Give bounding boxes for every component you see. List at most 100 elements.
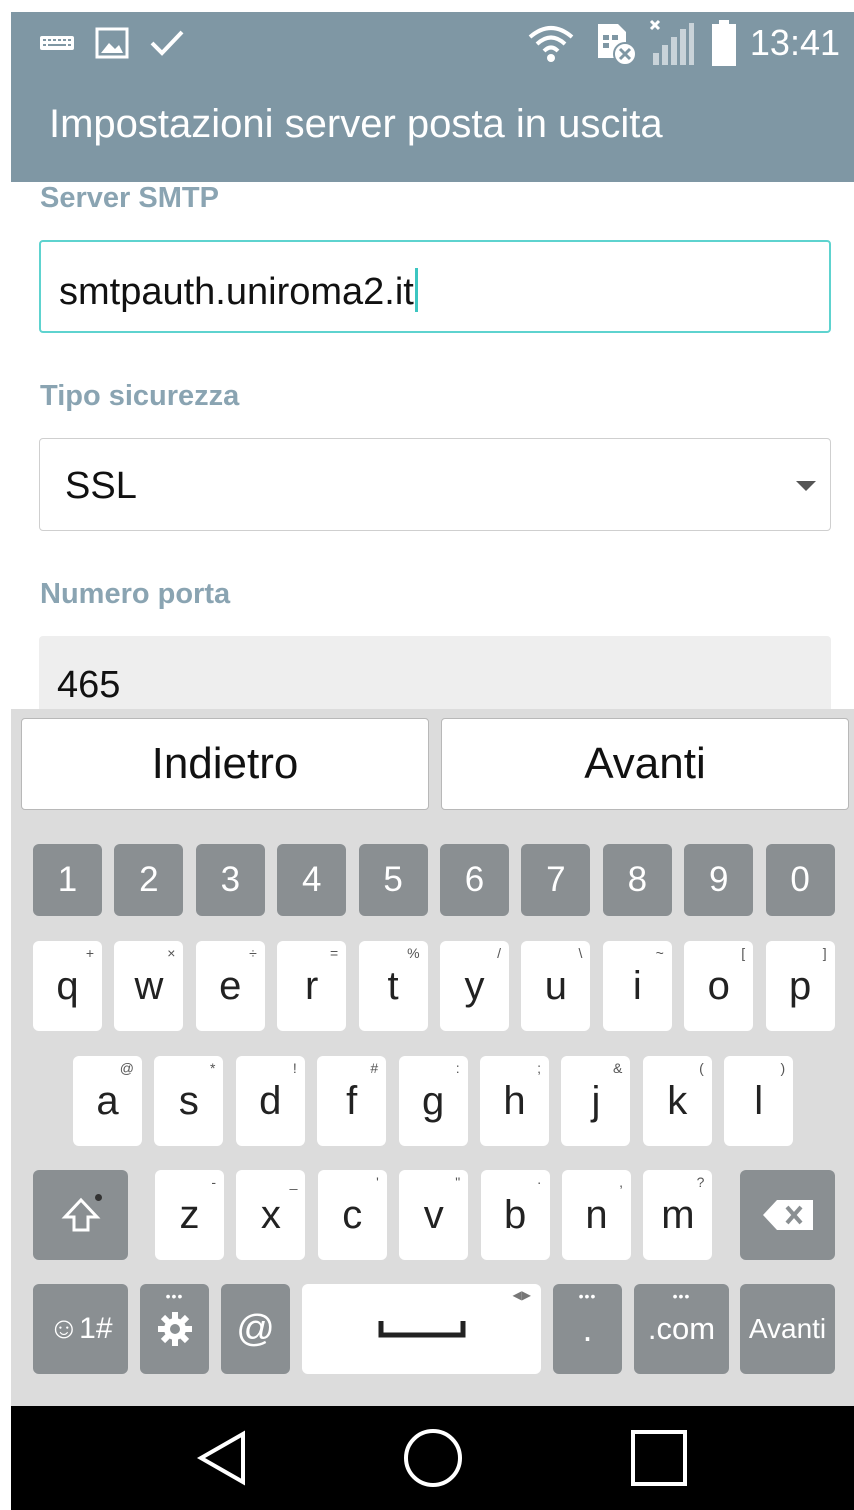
at-key[interactable]: @ <box>221 1284 290 1374</box>
key-h[interactable]: h; <box>480 1056 549 1146</box>
key-o[interactable]: o[ <box>684 941 754 1031</box>
phone-screen: 13:41 Impostazioni server posta in uscit… <box>11 12 854 1510</box>
security-type-dropdown[interactable]: SSL <box>39 438 831 531</box>
key-j-label: j <box>591 1078 601 1123</box>
shift-dot-icon <box>95 1194 102 1201</box>
number-key-6[interactable]: 6 <box>440 844 509 916</box>
symbols-key[interactable]: ☺1# <box>33 1284 128 1374</box>
key-x-label: x <box>260 1192 281 1237</box>
key-v-alt-symbol: " <box>455 1174 461 1190</box>
key-a[interactable]: a @ <box>73 1056 142 1146</box>
key-z[interactable]: z- <box>155 1170 224 1260</box>
number-key-3[interactable]: 3 <box>195 844 265 916</box>
number-key-6-label: 6 <box>464 860 485 899</box>
number-key-0-label: 0 <box>790 860 810 899</box>
number-key-8[interactable]: 8 <box>602 844 672 916</box>
key-s[interactable]: s * <box>154 1056 224 1146</box>
key-k-label: k <box>667 1078 688 1123</box>
number-key-0[interactable]: 0 <box>765 844 835 916</box>
key-y-label: y <box>464 963 485 1008</box>
image-icon <box>93 12 131 74</box>
key-u[interactable]: u \ <box>521 941 591 1031</box>
key-m-label: m <box>661 1192 695 1237</box>
key-v[interactable]: v " <box>399 1170 469 1260</box>
key-n[interactable]: n, <box>562 1170 631 1260</box>
clock: 13:41 <box>749 22 840 63</box>
key-k[interactable]: k( <box>642 1056 712 1146</box>
key-x[interactable]: x _ <box>236 1170 306 1260</box>
key-g[interactable]: g: <box>398 1056 468 1146</box>
wifi-icon <box>525 12 577 74</box>
key-j[interactable]: j & <box>561 1056 631 1146</box>
key-b-alt-symbol: · <box>536 1174 542 1190</box>
number-key-2[interactable]: 2 <box>114 844 184 916</box>
key-l-label: l <box>754 1078 764 1123</box>
number-key-9-label: 9 <box>708 860 729 899</box>
signal-icon <box>647 12 697 74</box>
more-dots-icon: ••• <box>578 1288 597 1304</box>
number-key-7[interactable]: 7 <box>521 844 591 916</box>
key-q[interactable]: q + <box>33 941 102 1031</box>
key-l-alt-symbol: ) <box>780 1060 786 1076</box>
nav-recents-button[interactable] <box>609 1406 709 1510</box>
dotcom-key[interactable]: ••• .com <box>634 1284 729 1374</box>
key-e-alt-symbol: ÷ <box>249 945 257 961</box>
number-key-2-label: 2 <box>139 860 159 899</box>
enter-key[interactable]: Avanti <box>740 1284 835 1374</box>
space-key[interactable]: ◀▶ <box>302 1284 541 1374</box>
key-w[interactable]: w × <box>114 941 184 1031</box>
number-key-3-label: 3 <box>220 860 241 899</box>
key-r[interactable]: r = <box>277 941 347 1031</box>
key-w-alt-symbol: × <box>167 945 176 961</box>
more-dots-icon: ••• <box>165 1288 184 1304</box>
key-b[interactable]: b · <box>480 1170 550 1260</box>
dropdown-arrow-icon <box>796 481 816 491</box>
key-l[interactable]: l) <box>724 1056 794 1146</box>
key-i[interactable]: i ~ <box>602 941 672 1031</box>
key-d[interactable]: d! <box>235 1056 305 1146</box>
nav-home-button[interactable] <box>383 1406 483 1510</box>
key-r-alt-symbol: = <box>330 945 339 961</box>
port-number-label: Numero porta <box>40 578 231 610</box>
smtp-server-label: Server SMTP <box>40 182 219 214</box>
key-y[interactable]: y / <box>440 941 509 1031</box>
recents-square-icon <box>631 1430 687 1486</box>
backspace-key[interactable] <box>740 1170 835 1260</box>
key-d-label: d <box>259 1078 282 1123</box>
number-key-9[interactable]: 9 <box>684 844 754 916</box>
key-t-label: t <box>387 963 399 1008</box>
port-number-value: 465 <box>57 664 121 706</box>
next-button[interactable]: Avanti <box>441 718 849 810</box>
key-t[interactable]: t% <box>358 941 428 1031</box>
key-k-alt-symbol: ( <box>699 1060 704 1076</box>
key-f[interactable]: f # <box>317 1056 387 1146</box>
cursor-move-icon: ◀▶ <box>512 1288 531 1302</box>
settings-key[interactable]: ••• <box>140 1284 209 1374</box>
port-number-input[interactable]: 465 <box>39 636 831 716</box>
period-label: . <box>582 1308 593 1349</box>
number-key-4[interactable]: 4 <box>277 844 347 916</box>
key-a-label: a <box>96 1078 119 1123</box>
key-q-alt-symbol: + <box>85 945 94 961</box>
key-z-label: z <box>179 1192 200 1237</box>
key-m-alt-symbol: ? <box>696 1174 705 1190</box>
shift-key[interactable] <box>33 1170 128 1260</box>
backspace-icon <box>762 1200 813 1230</box>
key-g-alt-symbol: : <box>455 1060 460 1076</box>
key-m[interactable]: m? <box>643 1170 713 1260</box>
smtp-server-input[interactable]: smtpauth.uniroma2.it <box>39 240 831 333</box>
period-key[interactable]: ••• . <box>553 1284 622 1374</box>
key-y-alt-symbol: / <box>497 945 501 961</box>
back-button[interactable]: Indietro <box>21 718 429 810</box>
key-p[interactable]: p] <box>765 941 835 1031</box>
space-icon <box>378 1321 465 1338</box>
key-n-alt-symbol: , <box>619 1174 623 1190</box>
key-e[interactable]: e ÷ <box>195 941 265 1031</box>
number-key-1[interactable]: 1 <box>33 844 102 916</box>
nav-back-button[interactable] <box>173 1406 273 1510</box>
key-c[interactable]: c ' <box>317 1170 387 1260</box>
key-g-label: g <box>421 1078 445 1123</box>
key-n-label: n <box>585 1192 608 1237</box>
number-key-5[interactable]: 5 <box>358 844 428 916</box>
security-type-value: SSL <box>65 465 137 507</box>
